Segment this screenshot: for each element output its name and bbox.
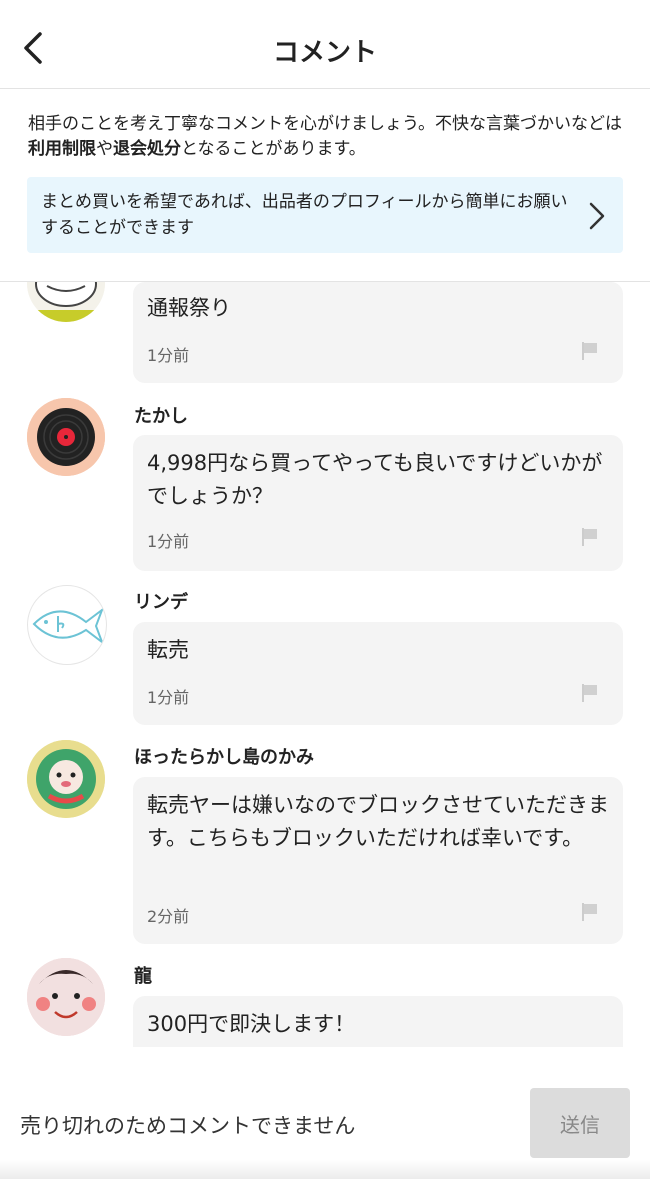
comment-list[interactable]: 通報祭り 1分前 たかし 4,998円なら買ってやっても良いですけどいかがでしょ… [0,282,650,1047]
comment-time: 1分前 [147,532,190,551]
comment-bubble: 通報祭り 1分前 [133,282,623,383]
commenter-name[interactable]: ほったらかし島のかみ [134,743,314,769]
send-button[interactable]: 送信 [530,1088,630,1158]
comment-body: 転売ヤーは嫌いなのでブロックさせていただきます。こちらもブロックいただければ幸い… [147,793,609,850]
comment-guideline-notice: 相手のことを考え丁寧なコメントを心がけましょう。不快な言葉づかいなどは利用制限や… [28,112,628,162]
face-avatar-icon [27,958,105,1036]
avatar[interactable] [27,958,105,1036]
fish-icon [32,607,105,645]
report-flag-icon[interactable] [581,902,599,922]
notice-text-1: 相手のことを考え丁寧なコメントを心がけましょう。不快な言葉づかいなどは [28,114,622,134]
cat-avatar-icon [27,282,105,322]
banner-text: まとめ買いを希望であれば、出品者のプロフィールから簡単にお願いすることができます [41,192,568,238]
bulk-buy-banner[interactable]: まとめ買いを希望であれば、出品者のプロフィールから簡単にお願いすることができます [27,177,623,253]
commenter-name[interactable]: 龍 [134,962,152,988]
comment-bubble: 転売 1分前 [133,622,623,725]
commenter-name[interactable]: たかし [134,402,188,428]
sold-out-status-text: 売り切れのためコメントできません [20,1114,356,1138]
comment-bubble: 4,998円なら買ってやっても良いですけどいかがでしょうか？ 1分前 [133,435,623,571]
report-flag-icon[interactable] [581,527,599,547]
bottom-shade [0,1160,650,1179]
avatar[interactable] [27,398,105,476]
comment-body: 300円で即決します！ [147,1012,356,1036]
comment-time: 1分前 [147,346,190,365]
comment-body: 転売 [147,638,189,662]
header-bar: コメント [0,0,650,89]
comment-body: 4,998円なら買ってやっても良いですけどいかがでしょうか？ [147,451,603,508]
comment-body: 通報祭り [147,296,231,320]
notice-bold-usage-restriction: 利用制限 [28,139,96,159]
comment-bubble: 300円で即決します！ [133,996,623,1047]
comment-time: 1分前 [147,688,190,707]
comment-bubble: 転売ヤーは嫌いなのでブロックさせていただきます。こちらもブロックいただければ幸い… [133,777,623,944]
avatar[interactable] [27,282,105,322]
notice-text-2: や [96,139,113,159]
notice-bold-withdrawal: 退会処分 [113,139,181,159]
character-badge-icon [27,740,105,818]
report-flag-icon[interactable] [581,683,599,703]
report-flag-icon[interactable] [581,341,599,361]
avatar[interactable] [27,585,107,665]
commenter-name[interactable]: リンデ [134,588,188,614]
vinyl-record-icon [27,398,105,476]
notice-text-3: となることがあります。 [181,139,366,159]
chevron-right-icon [589,202,605,230]
page-title: コメント [272,38,377,68]
avatar[interactable] [27,740,105,818]
comment-time: 2分前 [147,907,190,926]
